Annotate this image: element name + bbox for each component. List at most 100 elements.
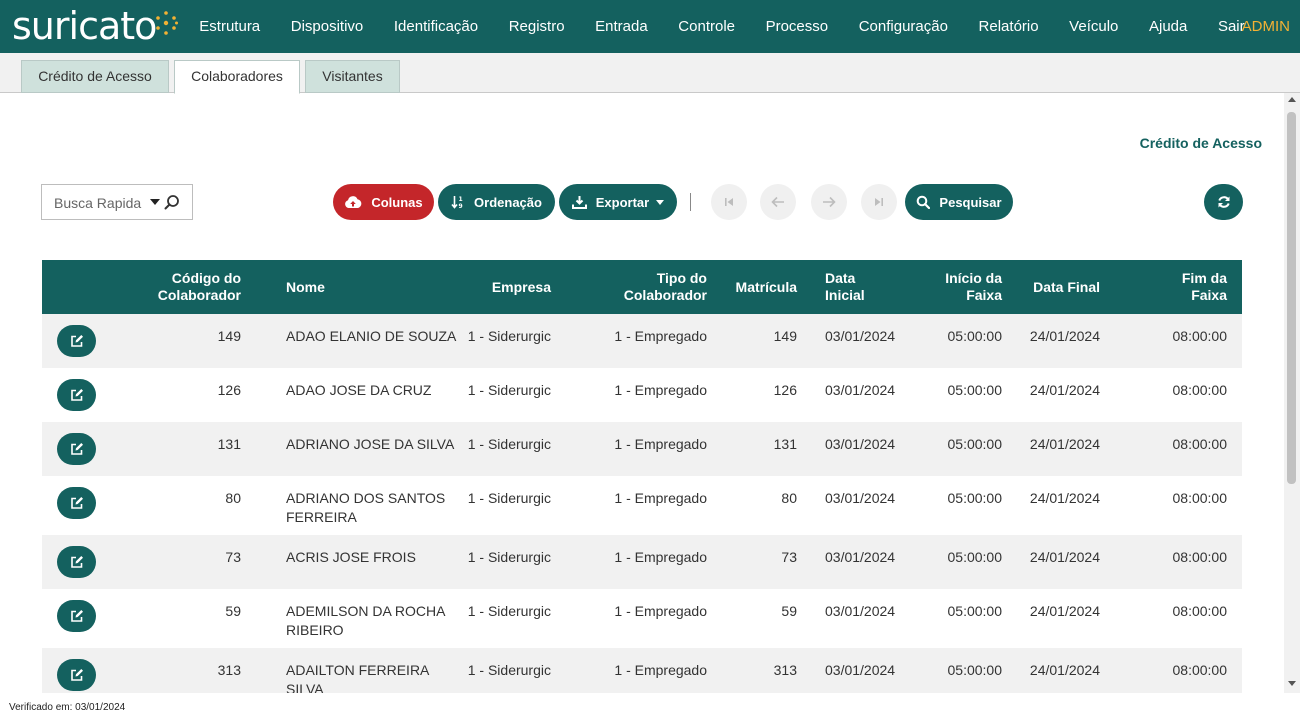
table-row: 149 ADAO ELANIO DE SOUZA 1 - Siderurgic 1 -… — [42, 314, 1242, 368]
cell-tipo: 1 - Empregado — [567, 422, 718, 476]
table-row: 73 ACRIS JOSE FROIS 1 - Siderurgic 1 - Empr… — [42, 535, 1242, 589]
col-data-inicial[interactable]: Data Inicial — [811, 260, 917, 314]
header-line: Fim da — [1181, 270, 1227, 286]
name-line: ADRIANO DOS SANTOS — [286, 490, 446, 506]
columns-button[interactable]: Colunas — [333, 184, 434, 220]
actions-cell — [42, 648, 117, 693]
export-button[interactable]: Exportar — [559, 184, 677, 220]
actions-cell — [42, 476, 117, 535]
cell-data-final: 24/01/2024 — [1008, 589, 1121, 648]
cell-inicio-faixa: 05:00:00 — [917, 535, 1008, 589]
tab-credito-de-acesso[interactable]: Crédito de Acesso — [21, 60, 169, 93]
scrollbar-thumb[interactable] — [1287, 112, 1296, 484]
caret-down-icon[interactable] — [150, 199, 160, 205]
table-row: 126 ADAO JOSE DA CRUZ 1 - Siderurgic 1 - Em… — [42, 368, 1242, 422]
nav-item-estrutura[interactable]: Estrutura — [184, 18, 275, 35]
nav-item-entrada[interactable]: Entrada — [580, 18, 663, 35]
table-row: 59 ADEMILSON DA ROCHA RIBEIRO 1 - Siderurgi… — [42, 589, 1242, 648]
cell-codigo: 313 — [117, 648, 257, 693]
edit-button[interactable] — [57, 433, 96, 465]
name-line: FERREIRA — [286, 509, 357, 525]
name-line: ADAO ELANIO DE SOUZA — [286, 328, 457, 344]
search-icon[interactable] — [164, 194, 180, 210]
sort-button[interactable]: 1 9 Ordenação — [438, 184, 555, 220]
scroll-down-arrow-icon[interactable] — [1288, 681, 1296, 686]
cell-nome: ACRIS JOSE FROIS — [257, 535, 465, 589]
cell-empresa: 1 - Siderurgic — [465, 368, 567, 422]
arrow-left-icon — [771, 196, 784, 208]
cell-matricula: 73 — [718, 535, 811, 589]
last-page-button[interactable] — [861, 184, 897, 220]
page-title: Crédito de Acesso — [1139, 135, 1262, 151]
col-tipo[interactable]: Tipo do Colaborador — [567, 260, 718, 314]
col-matricula[interactable]: Matrícula — [718, 260, 811, 314]
col-empresa[interactable]: Empresa — [465, 260, 567, 314]
nav-item-identificacao[interactable]: Identificação — [379, 18, 494, 35]
cell-fim-faixa: 08:00:00 — [1121, 476, 1242, 535]
toolbar-divider — [690, 193, 691, 211]
col-codigo[interactable]: Código do Colaborador — [117, 260, 257, 314]
edit-button[interactable] — [57, 659, 96, 691]
edit-button[interactable] — [57, 487, 96, 519]
cell-nome: ADEMILSON DA ROCHA RIBEIRO — [257, 589, 465, 648]
tab-colaboradores[interactable]: Colaboradores — [174, 60, 300, 94]
next-page-button[interactable] — [811, 184, 847, 220]
quick-search-input[interactable]: Busca Rapida — [41, 184, 193, 220]
edit-button[interactable] — [57, 546, 96, 578]
nav-item-controle[interactable]: Controle — [663, 18, 750, 35]
cell-data-final: 24/01/2024 — [1008, 368, 1121, 422]
cell-inicio-faixa: 05:00:00 — [917, 368, 1008, 422]
cell-inicio-faixa: 05:00:00 — [917, 422, 1008, 476]
name-line: ADEMILSON DA ROCHA — [286, 603, 446, 619]
verified-date: Verificado em: 03/01/2024 — [9, 702, 126, 713]
actions-cell — [42, 368, 117, 422]
edit-button[interactable] — [57, 379, 96, 411]
name-line: RIBEIRO — [286, 622, 344, 638]
cell-fim-faixa: 08:00:00 — [1121, 368, 1242, 422]
refresh-button[interactable] — [1204, 184, 1243, 220]
nav-item-ajuda[interactable]: Ajuda — [1134, 18, 1203, 35]
edit-icon — [70, 335, 83, 347]
col-nome[interactable]: Nome — [257, 260, 465, 314]
first-page-button[interactable] — [711, 184, 747, 220]
user-menu[interactable]: ADMIN — [1242, 0, 1290, 53]
table-row: 313 ADAILTON FERREIRA SILVA 1 - Siderurgic 1… — [42, 648, 1242, 693]
header-line: Inicial — [825, 287, 865, 303]
table-row: 80 ADRIANO DOS SANTOS FERREIRA 1 - Siderurg… — [42, 476, 1242, 535]
cell-data-final: 24/01/2024 — [1008, 476, 1121, 535]
nav-item-veiculo[interactable]: Veículo — [1054, 18, 1134, 35]
actions-cell — [42, 422, 117, 476]
sort-icon: 1 9 — [451, 196, 463, 209]
col-inicio-faixa[interactable]: Início da Faixa — [917, 260, 1008, 314]
svg-text:1: 1 — [459, 196, 463, 203]
nav-item-processo[interactable]: Processo — [750, 18, 843, 35]
edit-icon — [70, 669, 83, 681]
search-button[interactable]: Pesquisar — [905, 184, 1013, 220]
search-placeholder: Busca Rapida — [54, 195, 142, 211]
nav-item-configuracao[interactable]: Configuração — [843, 18, 963, 35]
col-fim-faixa[interactable]: Fim da Faixa — [1121, 260, 1242, 314]
svg-text:9: 9 — [459, 203, 463, 209]
arrow-right-icon — [823, 196, 836, 208]
cell-nome: ADRIANO JOSE DA SILVA — [257, 422, 465, 476]
suricato-logo[interactable]: suricato — [12, 4, 179, 48]
scroll-up-arrow-icon[interactable] — [1288, 97, 1296, 102]
cell-matricula: 131 — [718, 422, 811, 476]
table-row: 131 ADRIANO JOSE DA SILVA 1 - Siderurgic 1 … — [42, 422, 1242, 476]
nav-item-registro[interactable]: Registro — [493, 18, 579, 35]
nav-item-relatorio[interactable]: Relatório — [963, 18, 1054, 35]
edit-button[interactable] — [57, 600, 96, 632]
nav-item-dispositivo[interactable]: Dispositivo — [275, 18, 378, 35]
edit-button[interactable] — [57, 325, 96, 357]
name-line: SILVA — [286, 681, 324, 693]
col-data-final[interactable]: Data Final — [1008, 260, 1121, 314]
header-line: Código do — [171, 270, 241, 286]
tab-visitantes[interactable]: Visitantes — [305, 60, 400, 93]
cell-codigo: 73 — [117, 535, 257, 589]
table-header: Código do Colaborador Nome Empresa Tipo … — [42, 260, 1242, 314]
sun-dots-icon — [156, 11, 179, 35]
previous-page-button[interactable] — [760, 184, 796, 220]
cell-nome: ADRIANO DOS SANTOS FERREIRA — [257, 476, 465, 535]
edit-icon — [70, 556, 83, 568]
header-line: Tipo do — [656, 270, 707, 286]
